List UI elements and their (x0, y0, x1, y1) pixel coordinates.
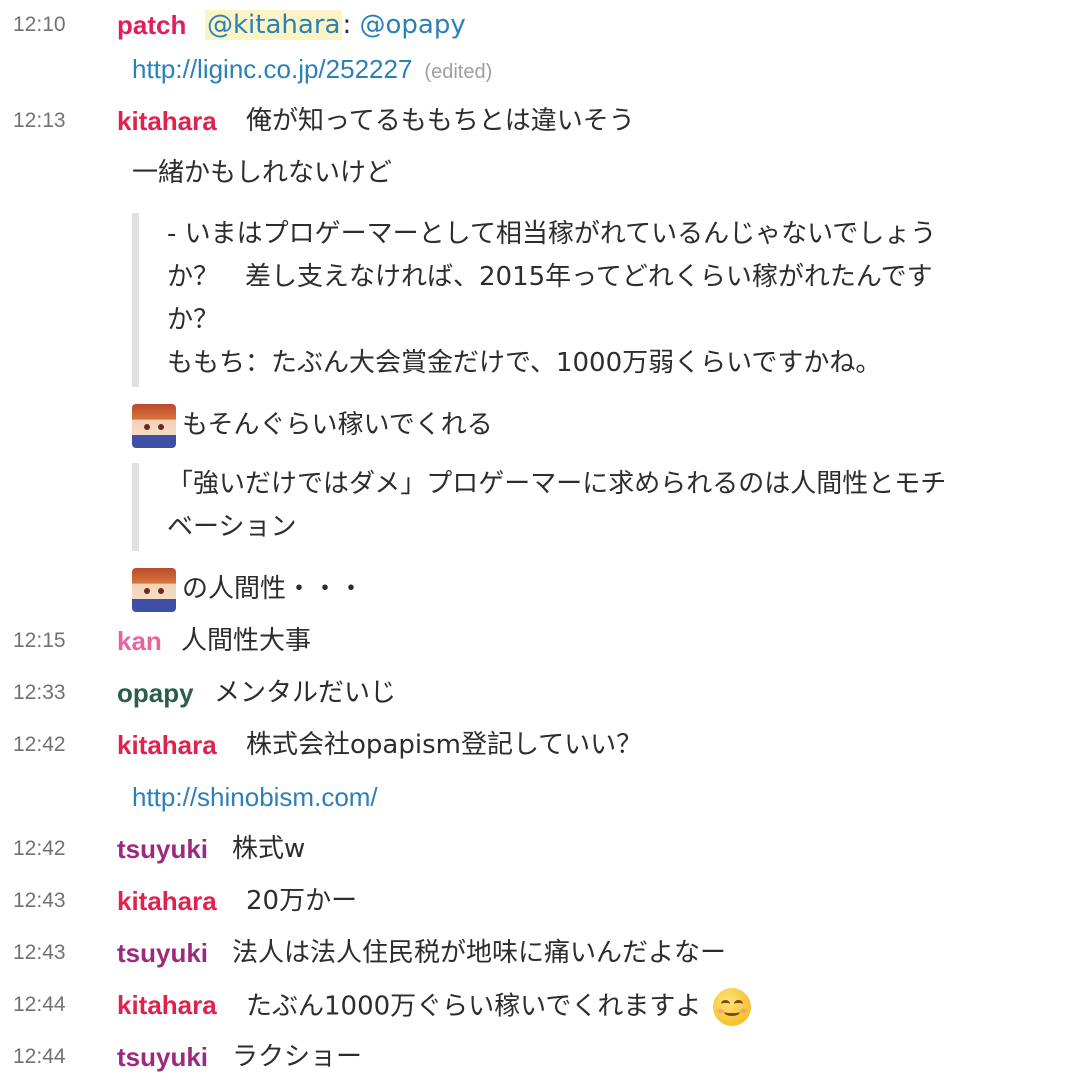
username-kitahara[interactable]: kitahara (117, 988, 217, 1022)
message-text: メンタルだいじ (214, 678, 397, 708)
message-text: たぶん1000万ぐらい稼いでくれますよ (246, 991, 702, 1022)
message-timestamp[interactable]: 12:33 (13, 679, 66, 707)
message-timestamp[interactable]: 12:10 (13, 11, 66, 39)
message-text: 20万かー (246, 886, 358, 916)
message-text: ラクショー (232, 1042, 363, 1072)
message-link[interactable]: http://shinobism.com/ (132, 782, 378, 812)
username-patch[interactable]: patch (117, 8, 186, 42)
quote-block: - いまはプロゲーマーとして相当稼がれているんじゃないでしょう か？ 差し支えな… (132, 213, 936, 387)
smile-emoji-icon (713, 988, 752, 1026)
quote-line: か？ 差し支えなければ、2015年ってどれくらい稼がれたんです (167, 262, 933, 292)
message-text: 株式会社opapism登記していい？ (246, 730, 643, 760)
quote-line: 「強いだけではダメ」プロゲーマーに求められるのは人間性とモチ (167, 469, 947, 499)
username-kitahara[interactable]: kitahara (117, 884, 217, 918)
username-opapy[interactable]: opapy (117, 676, 194, 710)
username-tsuyuki[interactable]: tsuyuki (117, 1040, 208, 1074)
chat-message-list: 12:10 patch @kitahara: @opapy http://lig… (0, 0, 1072, 1086)
message-timestamp[interactable]: 12:42 (13, 731, 66, 759)
momochi-avatar-icon (132, 568, 176, 612)
message-text: 人間性大事 (181, 626, 312, 656)
quote-block: 「強いだけではダメ」プロゲーマーに求められるのは人間性とモチ ベーション (132, 463, 946, 551)
quote-line: ベーション (167, 512, 297, 542)
username-tsuyuki[interactable]: tsuyuki (117, 832, 208, 866)
message-timestamp[interactable]: 12:13 (13, 107, 66, 135)
message-text: 株式w (232, 834, 306, 864)
mention-opapy[interactable]: @opapy (359, 10, 465, 40)
username-kitahara[interactable]: kitahara (117, 104, 217, 138)
message-text: もそんぐらい稼いでくれる (182, 410, 493, 440)
message-timestamp[interactable]: 12:44 (13, 991, 66, 1019)
username-kan[interactable]: kan (117, 624, 162, 658)
momochi-avatar-icon (132, 404, 176, 448)
message-text: 俺が知ってるももちとは違いそう (246, 106, 635, 136)
mention-separator: : (342, 10, 352, 40)
message-timestamp[interactable]: 12:15 (13, 627, 66, 655)
message-text: 法人は法人住民税が地味に痛いんだよなー (232, 938, 727, 968)
username-kitahara[interactable]: kitahara (117, 728, 217, 762)
username-tsuyuki[interactable]: tsuyuki (117, 936, 208, 970)
quote-line: ももち：たぶん大会賞金だけで、1000万弱くらいですかね。 (167, 348, 882, 378)
message-timestamp[interactable]: 12:44 (13, 1043, 66, 1071)
quote-line: - いまはプロゲーマーとして相当稼がれているんじゃないでしょう (167, 219, 937, 249)
message-text: の人間性・・・ (182, 574, 365, 604)
message-text: 一緒かもしれないけど (132, 158, 393, 188)
message-timestamp[interactable]: 12:43 (13, 887, 66, 915)
message-timestamp[interactable]: 12:42 (13, 835, 66, 863)
message-link[interactable]: http://liginc.co.jp/252227 (132, 54, 412, 84)
message-timestamp[interactable]: 12:43 (13, 939, 66, 967)
edited-label: (edited) (424, 61, 493, 83)
quote-line: か？ (167, 305, 220, 335)
mention-kitahara[interactable]: @kitahara (205, 10, 343, 40)
